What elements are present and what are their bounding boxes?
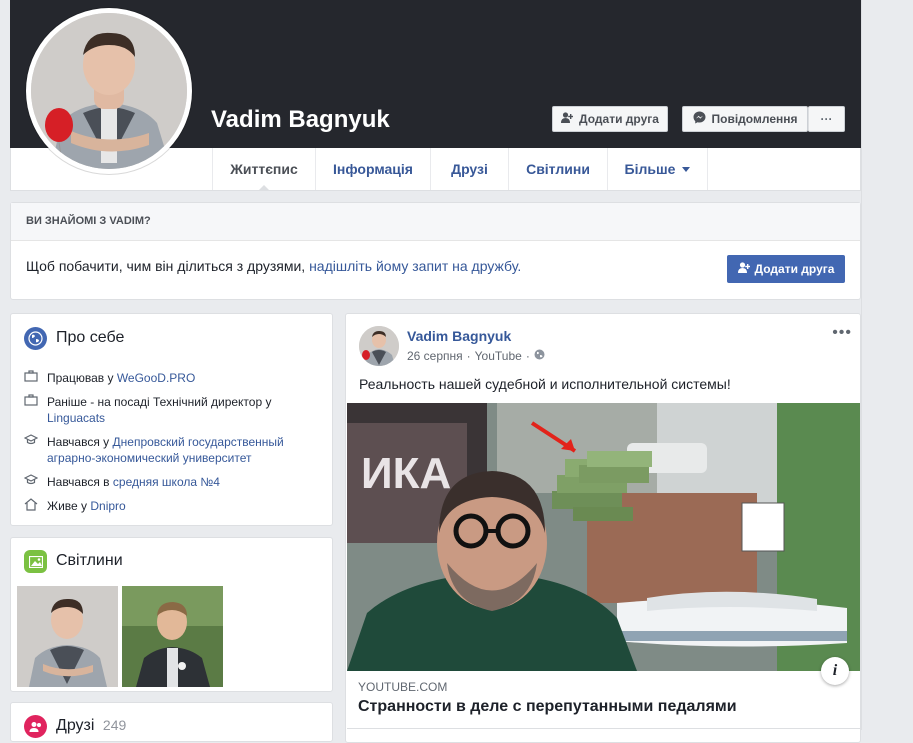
post-author-name[interactable]: Vadim Bagnyuk (407, 328, 511, 344)
city-link[interactable]: Dnipro (90, 499, 125, 513)
active-tab-indicator (258, 185, 270, 191)
add-friend-primary-button[interactable]: Додати друга (727, 255, 845, 283)
globe-icon (24, 327, 47, 350)
photos-card: Світлини (10, 537, 333, 692)
briefcase-icon (23, 370, 39, 386)
graduation-cap-icon (23, 434, 39, 466)
school-link[interactable]: средняя школа №4 (113, 475, 220, 489)
about-prefix: Навчався у (47, 435, 113, 449)
about-lives-in: Живе у Dnipro (23, 498, 126, 515)
tab-label: Друзі (451, 161, 488, 177)
about-text: Працював у WeGooD.PRO (47, 370, 195, 386)
post-author-avatar[interactable] (359, 326, 399, 366)
tab-label: Життєпис (230, 161, 298, 177)
chevron-down-icon (682, 166, 691, 172)
about-text: Раніше - на посаді Технічний директор у … (47, 394, 303, 426)
about-card: Про себе Працював у WeGooD.PRO Раніше - … (10, 313, 333, 526)
about-work-previous: Раніше - на посаді Технічний директор у … (23, 394, 303, 426)
more-options-button[interactable]: ··· (808, 106, 845, 132)
profile-photo-image (31, 13, 187, 169)
message-button[interactable]: Повідомлення (682, 106, 808, 132)
photos-title[interactable]: Світлини (56, 552, 123, 570)
info-icon[interactable]: i (821, 657, 849, 685)
add-friend-icon (737, 262, 750, 276)
about-prefix: Працював у (47, 371, 117, 385)
add-friend-icon (561, 112, 574, 126)
meta-separator: · (525, 349, 530, 363)
link-title[interactable]: Странности в деле с перепутанными педаля… (358, 698, 737, 716)
tab-timeline[interactable]: Життєпис (212, 148, 315, 191)
about-prefix: Живе у (47, 499, 91, 513)
about-text: Навчався у Днепровский государственный а… (47, 434, 303, 466)
send-friend-request-link[interactable]: надішліть йому запит на дружбу. (309, 258, 521, 274)
about-prefix: Навчався в (47, 475, 113, 489)
about-prefix: Раніше - на посаді Технічний директор у (47, 395, 272, 409)
messenger-icon (693, 111, 706, 127)
home-icon (23, 498, 39, 515)
profile-name[interactable]: Vadim Bagnyuk (211, 106, 390, 134)
friends-title[interactable]: Друзі 249 (56, 717, 126, 735)
about-text: Живе у Dnipro (47, 498, 126, 515)
post-source[interactable]: YouTube (475, 349, 522, 363)
graduation-cap-icon (23, 474, 39, 490)
friends-count: 249 (102, 717, 127, 733)
tab-label: Світлини (526, 161, 590, 177)
add-friend-label: Додати друга (579, 112, 659, 126)
add-friend-label: Додати друга (754, 262, 835, 276)
know-box-text: Щоб побачити, чим він ділиться з друзями… (26, 258, 521, 274)
friends-title-label: Друзі (56, 717, 95, 734)
video-sign-text: ИКА (361, 449, 451, 498)
friends-icon (24, 715, 47, 738)
tab-label: Більше (624, 161, 676, 177)
post-card: Vadim Bagnyuk 26 серпня · YouTube · ••• … (345, 313, 861, 743)
about-education-university: Навчався у Днепровский государственный а… (23, 434, 303, 466)
about-education-school: Навчався в средняя школа №4 (23, 474, 220, 490)
photo-thumbnail[interactable] (122, 586, 223, 687)
post-options-button[interactable]: ••• (832, 324, 852, 342)
tab-about[interactable]: Інформація (315, 148, 430, 190)
tab-friends[interactable]: Друзі (430, 148, 508, 190)
tab-photos[interactable]: Світлини (508, 148, 607, 190)
public-globe-icon[interactable] (534, 349, 545, 363)
know-box-message: Щоб побачити, чим він ділиться з друзями… (26, 258, 310, 274)
workplace-link[interactable]: Linguacats (47, 411, 105, 425)
profile-picture[interactable] (26, 8, 192, 174)
add-friend-button[interactable]: Додати друга (552, 106, 668, 132)
about-work-current: Працював у WeGooD.PRO (23, 370, 195, 386)
post-date[interactable]: 26 серпня (407, 349, 463, 363)
workplace-link[interactable]: WeGooD.PRO (117, 371, 195, 385)
photo-thumbnail[interactable] (17, 586, 118, 687)
tab-more[interactable]: Більше (607, 148, 708, 190)
tab-label: Інформація (333, 161, 413, 177)
post-text: Реальность нашей судебной и исполнительн… (359, 376, 731, 392)
briefcase-icon (23, 394, 39, 426)
know-box-heading: ВИ ЗНАЙОМІ З VADIM? (11, 203, 860, 241)
know-vadim-box: ВИ ЗНАЙОМІ З VADIM? Щоб побачити, чим ві… (10, 202, 861, 300)
ellipsis-icon: ··· (820, 112, 833, 126)
post-meta: 26 серпня · YouTube · (407, 349, 545, 363)
about-title: Про себе (56, 329, 125, 346)
video-thumbnail[interactable]: ИКА (347, 403, 860, 671)
message-label: Повідомлення (711, 112, 798, 126)
about-text: Навчався в средняя школа №4 (47, 474, 220, 490)
divider (347, 728, 860, 729)
friends-card: Друзі 249 (10, 702, 333, 742)
photos-icon (24, 550, 47, 573)
right-gutter (861, 0, 913, 730)
link-domain: YOUTUBE.COM (358, 680, 448, 694)
meta-separator: · (466, 349, 471, 363)
